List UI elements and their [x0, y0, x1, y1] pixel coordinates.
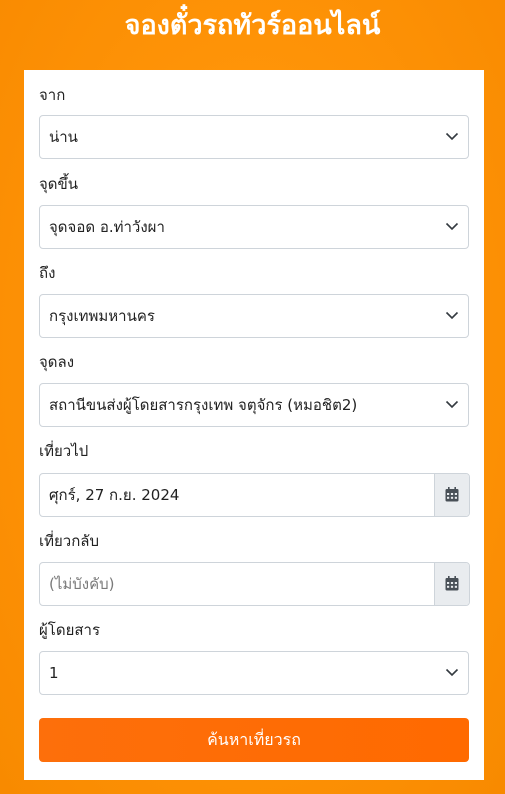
- destination-value: กรุงเทพมหานคร: [49, 307, 155, 325]
- calendar-icon: [445, 487, 459, 502]
- return-calendar-button[interactable]: [434, 563, 469, 605]
- return-date-placeholder: (ไม่บังคับ): [49, 575, 115, 593]
- origin-label: จาก: [39, 86, 66, 104]
- chevron-down-icon: [445, 132, 459, 141]
- chevron-down-icon: [445, 311, 459, 320]
- search-trips-button[interactable]: ค้นหาเที่ยวรถ: [39, 718, 469, 762]
- pickup-label: จุดขึ้น: [39, 175, 79, 193]
- pickup-value: จุดจอด อ.ท่าวังผา: [49, 218, 165, 236]
- dropoff-label: จุดลง: [39, 353, 75, 371]
- departure-label: เที่ยวไป: [39, 442, 89, 460]
- passengers-select[interactable]: 1: [39, 651, 469, 695]
- return-date-input[interactable]: (ไม่บังคับ): [39, 562, 470, 606]
- destination-select[interactable]: กรุงเทพมหานคร: [39, 294, 469, 338]
- dropoff-value: สถานีขนส่งผู้โดยสารกรุงเทพ จตุจักร (หมอช…: [49, 396, 358, 414]
- chevron-down-icon: [445, 668, 459, 677]
- passengers-value: 1: [49, 664, 59, 682]
- origin-select[interactable]: น่าน: [39, 115, 469, 159]
- passengers-label: ผู้โดยสาร: [39, 621, 101, 639]
- destination-label: ถึง: [39, 264, 56, 282]
- origin-value: น่าน: [49, 128, 78, 146]
- departure-date-value: ศุกร์, 27 ก.ย. 2024: [49, 486, 180, 504]
- return-label: เที่ยวกลับ: [39, 532, 100, 550]
- departure-calendar-button[interactable]: [434, 474, 469, 516]
- calendar-icon: [445, 576, 459, 591]
- page-title: จองตั๋วรถทัวร์ออนไลน์: [124, 10, 381, 41]
- dropoff-select[interactable]: สถานีขนส่งผู้โดยสารกรุงเทพ จตุจักร (หมอช…: [39, 383, 469, 427]
- pickup-select[interactable]: จุดจอด อ.ท่าวังผา: [39, 205, 469, 249]
- departure-date-input[interactable]: ศุกร์, 27 ก.ย. 2024: [39, 473, 470, 517]
- chevron-down-icon: [445, 400, 459, 409]
- chevron-down-icon: [445, 222, 459, 231]
- booking-form: จาก น่าน จุดขึ้น จุดจอด อ.ท่าวังผา ถึง ก…: [24, 70, 484, 780]
